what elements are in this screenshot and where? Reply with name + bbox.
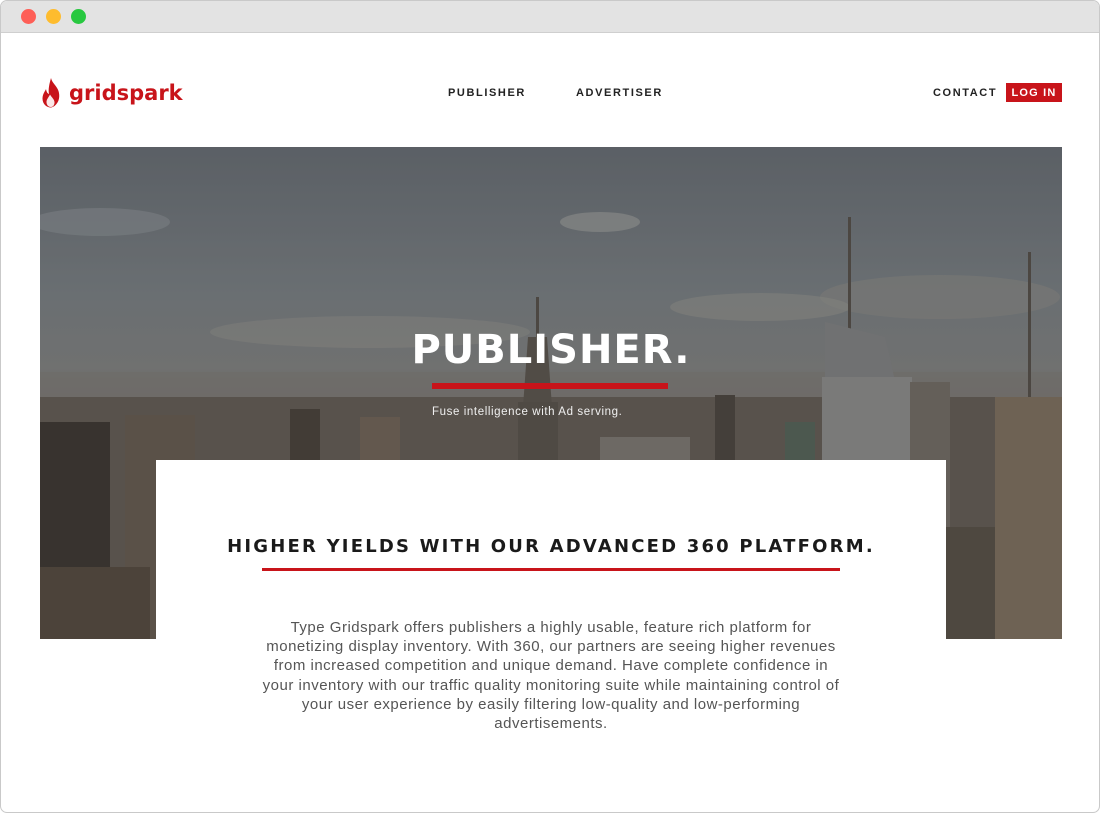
section-body-text: Type Gridspark offers publishers a highl… bbox=[262, 619, 840, 733]
section-heading-underline bbox=[262, 568, 840, 571]
nav-contact-link[interactable]: CONTACT bbox=[933, 87, 997, 99]
nav-advertiser-link[interactable]: ADVERTISER bbox=[576, 87, 663, 99]
hero-subtitle: Fuse intelligence with Ad serving. bbox=[432, 406, 623, 418]
site-header: gridspark PUBLISHER ADVERTISER CONTACT L… bbox=[1, 33, 1099, 147]
window-titlebar bbox=[1, 1, 1099, 33]
browser-window: gridspark PUBLISHER ADVERTISER CONTACT L… bbox=[0, 0, 1100, 813]
nav-publisher-link[interactable]: PUBLISHER bbox=[448, 87, 526, 99]
window-maximize-button[interactable] bbox=[71, 9, 86, 24]
login-button[interactable]: LOG IN bbox=[1006, 83, 1062, 102]
window-minimize-button[interactable] bbox=[46, 9, 61, 24]
hero-title-underline bbox=[432, 383, 668, 389]
brand-logo[interactable]: gridspark bbox=[39, 77, 183, 109]
window-close-button[interactable] bbox=[21, 9, 36, 24]
brand-name: gridspark bbox=[69, 80, 183, 105]
section-heading: HIGHER YIELDS WITH OUR ADVANCED 360 PLAT… bbox=[227, 536, 875, 557]
content-card: HIGHER YIELDS WITH OUR ADVANCED 360 PLAT… bbox=[156, 460, 946, 812]
flame-icon bbox=[42, 78, 60, 108]
hero-title: PUBLISHER. bbox=[411, 327, 691, 373]
